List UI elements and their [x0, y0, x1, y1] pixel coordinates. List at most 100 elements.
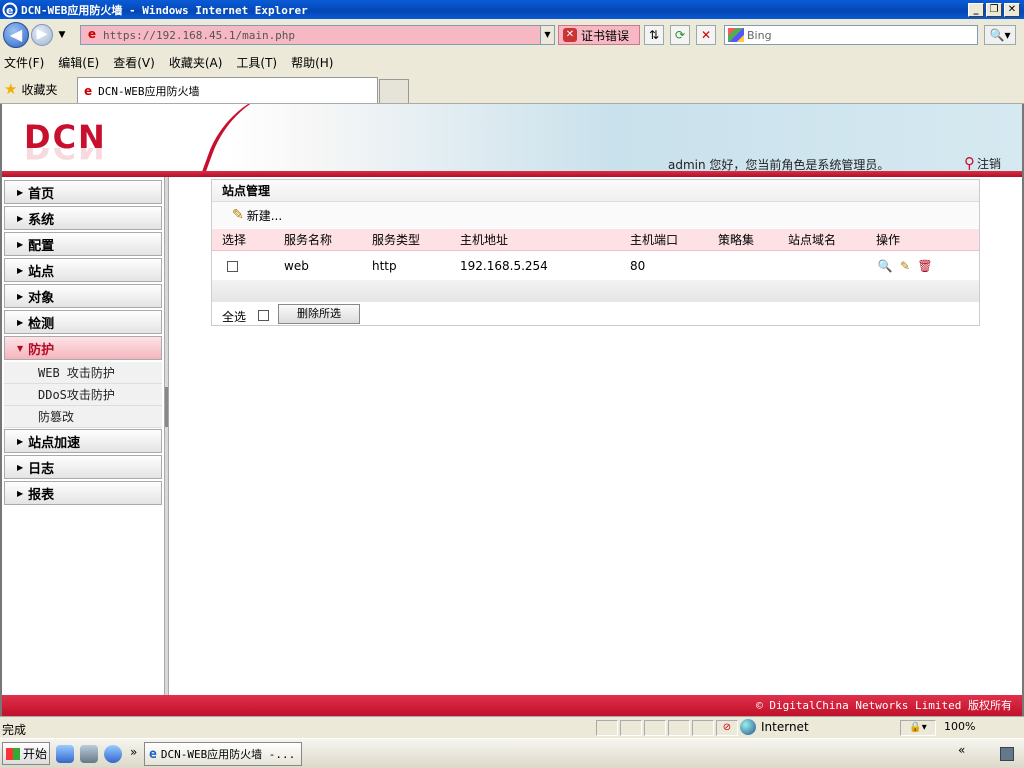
sidebar-subitem-ddos[interactable]: DDoS攻击防护 [4, 384, 162, 406]
minimize-button[interactable]: _ [968, 2, 984, 17]
cell-service-type: http [372, 259, 397, 273]
col-select: 选择 [222, 233, 247, 247]
col-domain: 站点域名 [788, 233, 837, 247]
compat-view-button[interactable]: ⇅ [644, 25, 664, 45]
header-banner: DCN DCN admin 您好，您当前角色是系统管理员。 ⚲ 注销 [2, 104, 1022, 175]
caret-right-icon: ▶ [17, 187, 24, 197]
back-button[interactable]: ◀ [3, 21, 29, 48]
menu-view[interactable]: 查看(V) [113, 54, 155, 71]
taskbar-ie-window[interactable]: e DCN-WEB应用防火墙 -... [144, 742, 302, 766]
quicklaunch-more[interactable]: » [130, 745, 137, 759]
stop-button[interactable]: ✕ [696, 25, 716, 45]
row-actions: 🔍 ✎ 🗑 [877, 258, 937, 274]
sidebar-item-config[interactable]: ▶ 配置 [4, 232, 162, 256]
new-icon: ✎ [232, 207, 244, 223]
sidebar-item-log[interactable]: ▶ 日志 [4, 455, 162, 479]
taskbar: 开始 » e DCN-WEB应用防火墙 -... « [0, 738, 1024, 768]
page-icon: e [87, 27, 97, 41]
start-label: 开始 [23, 747, 48, 761]
forward-button[interactable]: ▶ [31, 23, 53, 46]
table-spacer [212, 280, 979, 302]
cert-error-label: 证书错误 [581, 28, 630, 43]
start-button[interactable]: 开始 [2, 742, 50, 765]
globe-icon [740, 719, 756, 735]
task-label: DCN-WEB应用防火墙 -... [160, 748, 296, 761]
ie-quicklaunch-icon[interactable] [56, 745, 74, 763]
page-icon: e [84, 83, 93, 98]
server-quicklaunch-icon[interactable] [80, 745, 98, 763]
status-pane [644, 720, 666, 736]
col-policy: 策略集 [718, 233, 755, 247]
bing-icon [728, 28, 744, 42]
sidebar-subitem-web-attack[interactable]: WEB 攻击防护 [4, 362, 162, 384]
table-footer: 全选 删除所选 [212, 302, 979, 326]
key-icon: ⚲ [964, 154, 975, 172]
sidebar-item-home[interactable]: ▶ 首页 [4, 180, 162, 204]
certificate-error-button[interactable]: ✕ 证书错误 [558, 25, 640, 45]
new-button[interactable]: 新建... [247, 207, 282, 224]
caret-right-icon: ▶ [17, 291, 24, 301]
logout-link[interactable]: ⚲ 注销 [964, 154, 1001, 172]
menu-edit[interactable]: 编辑(E) [58, 54, 99, 71]
zoom-level[interactable]: 100% [944, 720, 975, 733]
select-all-label: 全选 [222, 310, 247, 324]
col-actions: 操作 [876, 233, 901, 247]
tray-expand[interactable]: « [958, 743, 965, 757]
favorites-button[interactable]: ★ 收藏夹 [4, 80, 57, 98]
menu-help[interactable]: 帮助(H) [291, 54, 333, 71]
menu-tools[interactable]: 工具(T) [236, 54, 277, 71]
network-icon[interactable] [1000, 747, 1014, 761]
svg-text:e: e [6, 4, 13, 17]
address-dropdown[interactable]: ▼ [540, 26, 554, 44]
sidebar-item-acceleration[interactable]: ▶ 站点加速 [4, 429, 162, 453]
delete-selected-button[interactable]: 删除所选 [278, 304, 360, 324]
star-icon: ★ [4, 80, 18, 98]
caret-down-icon: ▼ [17, 343, 24, 353]
zone-label: Internet [761, 720, 809, 734]
menu-bar: 文件(F) 编辑(E) 查看(V) 收藏夹(A) 工具(T) 帮助(H) [0, 50, 1024, 74]
search-button[interactable]: 🔍▾ [984, 25, 1016, 45]
caret-right-icon: ▶ [17, 462, 24, 472]
status-pane [620, 720, 642, 736]
sidebar-splitter[interactable] [164, 177, 169, 695]
sidebar-item-detect[interactable]: ▶ 检测 [4, 310, 162, 334]
sidebar-item-report[interactable]: ▶ 报表 [4, 481, 162, 505]
sidebar-subitem-tamper[interactable]: 防篡改 [4, 406, 162, 428]
delete-icon[interactable]: 🗑 [917, 258, 933, 274]
history-dropdown[interactable]: ▼ [55, 30, 69, 40]
sidebar-item-site[interactable]: ▶ 站点 [4, 258, 162, 282]
edit-icon[interactable]: ✎ [897, 258, 913, 274]
close-button[interactable]: ✕ [1004, 2, 1020, 17]
browser-tab[interactable]: e DCN-WEB应用防火墙 [77, 77, 378, 103]
menu-favorites[interactable]: 收藏夹(A) [169, 54, 223, 71]
favorites-label: 收藏夹 [21, 82, 58, 97]
search-input[interactable]: Bing [747, 29, 772, 42]
app-quicklaunch-icon[interactable] [104, 745, 122, 763]
menu-file[interactable]: 文件(F) [4, 54, 44, 71]
select-all-checkbox[interactable] [258, 310, 269, 321]
maximize-button[interactable]: ❐ [986, 2, 1002, 17]
site-management-panel: 站点管理 ✎ 新建... 选择 服务名称 服务类型 主机地址 主机端口 策略集 … [211, 179, 980, 326]
table-row: web http 192.168.5.254 80 🔍 ✎ 🗑 [212, 252, 979, 280]
caret-right-icon: ▶ [17, 436, 24, 446]
view-icon[interactable]: 🔍 [877, 258, 893, 274]
blocked-icon[interactable]: ⊘ [716, 720, 738, 736]
windows-flag-icon [6, 747, 20, 760]
new-tab-button[interactable] [379, 79, 409, 103]
security-zone[interactable]: Internet [740, 719, 809, 735]
address-input[interactable]: https://192.168.45.1/main.php [103, 29, 540, 42]
caret-right-icon: ▶ [17, 265, 24, 275]
cell-service-name: web [284, 259, 309, 273]
sidebar-item-object[interactable]: ▶ 对象 [4, 284, 162, 308]
refresh-button[interactable]: ⟳ [670, 25, 690, 45]
caret-right-icon: ▶ [17, 488, 24, 498]
col-service-type: 服务类型 [372, 233, 421, 247]
splitter-grip[interactable] [165, 387, 168, 427]
shield-icon: ✕ [563, 28, 577, 42]
address-bar[interactable]: e https://192.168.45.1/main.php ▼ [80, 25, 555, 45]
sidebar-item-protect[interactable]: ▼ 防护 [4, 336, 162, 360]
protected-mode-icon[interactable]: 🔒▾ [900, 720, 936, 736]
search-box[interactable]: Bing [724, 25, 978, 45]
sidebar-item-system[interactable]: ▶ 系统 [4, 206, 162, 230]
row-checkbox[interactable] [227, 261, 238, 272]
